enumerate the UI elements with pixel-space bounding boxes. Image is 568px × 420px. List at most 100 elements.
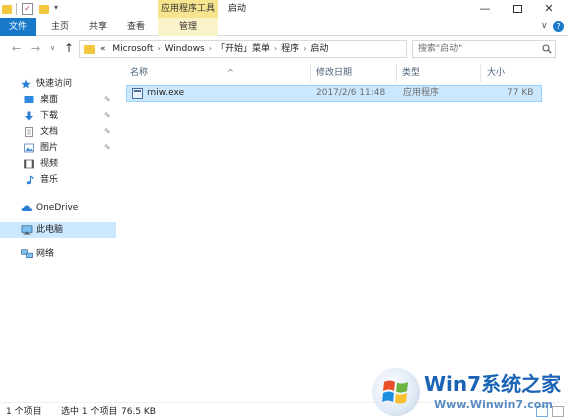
navigation-bar: ← → ∨ ↑ « Microsoft › Windows › 「开始」菜单 › 程序 › 启动…	[0, 38, 568, 60]
file-name: rniw.exe	[147, 88, 185, 98]
sidebar-item-videos[interactable]: 视频	[0, 156, 116, 172]
breadcrumb-separator-icon[interactable]: ›	[303, 44, 306, 53]
watermark-url: Www.Winwin7.com	[434, 398, 553, 411]
search-input[interactable]	[418, 41, 538, 57]
breadcrumb-item[interactable]: 程序	[281, 44, 299, 54]
new-folder-icon[interactable]	[39, 5, 49, 14]
pin-icon: ✎	[104, 111, 111, 120]
breadcrumb-separator-icon[interactable]: ›	[209, 44, 212, 53]
sort-ascending-icon: ^	[227, 68, 234, 77]
download-icon	[25, 111, 33, 121]
column-header-date[interactable]: 修改日期	[316, 64, 352, 82]
recent-locations-dropdown-icon[interactable]: ∨	[50, 44, 55, 52]
cloud-icon	[21, 205, 33, 211]
breadcrumb-item[interactable]: 启动	[310, 44, 328, 54]
windows-flag-icon	[382, 380, 408, 404]
sidebar-item-pictures[interactable]: 图片 ✎	[0, 140, 116, 156]
tab-view[interactable]: 查看	[122, 18, 150, 36]
ribbon-tab-row: 文件 主页 共享 查看 管理 ∨ ?	[0, 18, 568, 36]
sidebar-item-label: 桌面	[40, 95, 59, 105]
maximize-icon	[512, 5, 522, 13]
breadcrumb-overflow[interactable]: «	[100, 44, 106, 54]
minimize-icon: —	[479, 2, 491, 15]
selection-size: 76.5 KB	[121, 407, 156, 417]
tab-share[interactable]: 共享	[84, 18, 112, 36]
tab-file[interactable]: 文件	[0, 18, 36, 36]
breadcrumb-item[interactable]: Microsoft	[112, 44, 153, 54]
videos-icon	[24, 159, 34, 169]
sidebar-item-label: 图片	[40, 143, 59, 153]
sidebar-item-desktop[interactable]: 桌面 ✎	[0, 92, 116, 108]
tab-manage[interactable]: 管理	[158, 18, 218, 36]
table-row[interactable]: rniw.exe 2017/2/6 11:48 应用程序 77 KB	[126, 85, 542, 102]
sidebar-item-documents[interactable]: 文档 ✎	[0, 124, 116, 140]
close-icon: ✕	[544, 2, 554, 15]
up-button[interactable]: ↑	[64, 41, 74, 55]
sidebar-item-label: 视频	[40, 159, 59, 169]
selection-count: 选中 1 个项目	[61, 407, 118, 417]
address-bar[interactable]: « Microsoft›Windows›「开始」菜单›程序›启动 ∨ ↻	[79, 40, 483, 58]
column-header-type[interactable]: 类型	[402, 64, 420, 82]
file-modified-date: 2017/2/6 11:48	[316, 88, 386, 98]
column-divider[interactable]	[310, 64, 311, 82]
maximize-button[interactable]	[502, 0, 532, 18]
folder-icon	[84, 45, 95, 54]
pin-icon: ✎	[104, 127, 111, 136]
close-button[interactable]: ✕	[534, 0, 564, 18]
watermark: Win7系统之家 Www.Winwin7.com	[372, 366, 568, 420]
sidebar-item-music[interactable]: 音乐	[0, 172, 116, 188]
sidebar-item-label: 文档	[40, 127, 59, 137]
breadcrumb-item[interactable]: Windows	[165, 44, 205, 54]
column-divider[interactable]	[480, 64, 481, 82]
sidebar-item-label: 音乐	[40, 175, 59, 185]
pin-icon: ✎	[104, 95, 111, 104]
sidebar-item-label: 下载	[40, 111, 59, 121]
music-icon	[26, 175, 34, 185]
computer-icon	[21, 225, 33, 235]
sidebar-item-label: 此电脑	[36, 225, 64, 235]
file-size: 77 KB	[507, 88, 534, 98]
breadcrumb: « Microsoft › Windows › 「开始」菜单 › 程序 › 启动	[100, 41, 328, 57]
customize-toolbar-dropdown-icon[interactable]: ▾	[54, 3, 58, 15]
desktop-icon	[24, 96, 34, 103]
column-divider[interactable]	[396, 64, 397, 82]
properties-icon[interactable]: ✓	[22, 3, 33, 15]
search-icon[interactable]	[542, 44, 552, 54]
breadcrumb-separator-icon[interactable]: ›	[157, 44, 160, 53]
sidebar-item-quick-access[interactable]: 快速访问	[0, 76, 116, 92]
column-header-size[interactable]: 大小	[487, 64, 505, 82]
folder-icon	[2, 5, 12, 14]
sidebar-item-network[interactable]: 网络	[0, 246, 116, 262]
help-icon[interactable]: ?	[553, 21, 564, 32]
sidebar-item-this-pc[interactable]: 此电脑	[0, 222, 116, 238]
title-bar: ✓ ▾ 应用程序工具 启动 — ✕	[0, 0, 568, 18]
sidebar-item-label: OneDrive	[36, 203, 79, 213]
sidebar-item-label: 快速访问	[36, 79, 73, 89]
pictures-icon	[24, 143, 34, 153]
sidebar-item-label: 网络	[36, 249, 55, 259]
column-header-name[interactable]: 名称 ^	[130, 64, 234, 82]
file-list-pane: 名称 ^ 修改日期 类型 大小 rniw.exe 2017/2/6 11:48 …	[118, 60, 568, 402]
watermark-title: Win7系统之家	[424, 372, 562, 396]
star-icon	[21, 79, 31, 89]
breadcrumb-item[interactable]: 「开始」菜单	[216, 44, 270, 54]
expand-ribbon-icon[interactable]: ∨	[541, 21, 548, 31]
document-icon	[25, 127, 33, 137]
item-count: 1 个项目	[6, 407, 42, 417]
network-icon	[21, 249, 33, 259]
forward-button[interactable]: →	[31, 42, 40, 55]
contextual-group-label: 应用程序工具	[158, 0, 218, 18]
file-type: 应用程序	[403, 88, 440, 98]
sidebar-item-onedrive[interactable]: OneDrive	[0, 200, 116, 216]
navigation-pane: 快速访问 桌面 ✎ 下载 ✎ 文档 ✎ 图片 ✎ 视频 音乐 OneDrive …	[0, 60, 118, 402]
back-button[interactable]: ←	[12, 42, 21, 55]
window-title: 启动	[228, 4, 247, 14]
minimize-button[interactable]: —	[470, 0, 500, 18]
column-header-label: 名称	[130, 68, 149, 78]
sidebar-item-downloads[interactable]: 下载 ✎	[0, 108, 116, 124]
application-icon	[132, 88, 143, 99]
breadcrumb-separator-icon[interactable]: ›	[274, 44, 277, 53]
pin-icon: ✎	[104, 143, 111, 152]
search-box	[412, 40, 556, 58]
tab-home[interactable]: 主页	[46, 18, 74, 36]
